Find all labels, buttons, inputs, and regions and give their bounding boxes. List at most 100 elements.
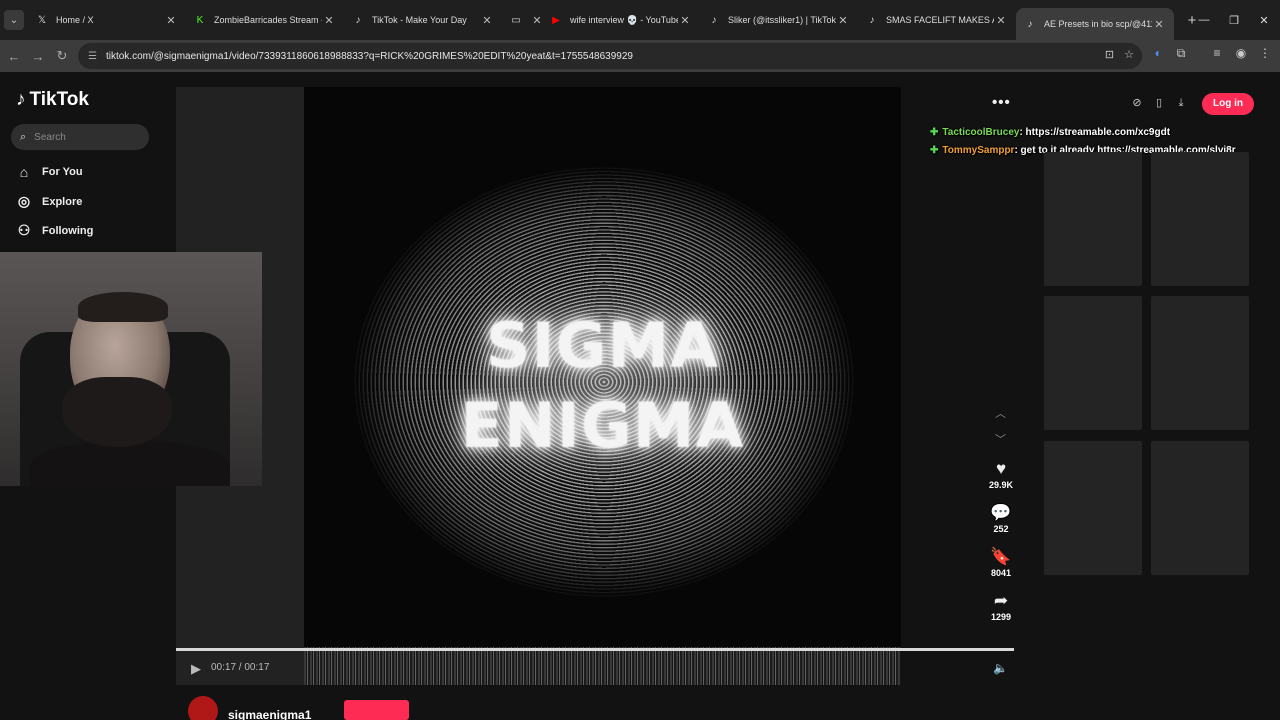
chat-username: TacticoolBrucey: [942, 127, 1020, 138]
share-icon: ➦: [993, 591, 1009, 610]
restore-window-button[interactable]: ❐: [1218, 0, 1250, 40]
search-placeholder: Search: [34, 131, 66, 143]
video-thumbnail[interactable]: [1044, 152, 1142, 286]
browser-tab[interactable]: ♪ Sliker (@itssliker1) | TikTok ✕: [700, 5, 858, 35]
tiktok-page: ♪ TikTok ⌕ Search ⌂ For You ◎ Explore ⚇ …: [0, 72, 1280, 720]
comment-button[interactable]: 💬 252: [982, 502, 1020, 534]
address-bar[interactable]: ☰ tiktok.com/@sigmaenigma1/video/7339311…: [78, 43, 1142, 69]
reload-button[interactable]: ↻: [50, 48, 74, 64]
tab-title: SMAS FACELIFT MAKES AUSTR: [886, 15, 994, 25]
tab-title: AE Presets in bio scp/@411sce: [1044, 19, 1152, 29]
tiktok-logo[interactable]: ♪ TikTok: [16, 89, 89, 111]
minimize-window-button[interactable]: —: [1188, 0, 1220, 40]
video-thumbnail[interactable]: [1044, 296, 1142, 430]
browser-tab[interactable]: ♪ SMAS FACELIFT MAKES AUSTR✕: [858, 5, 1016, 35]
nav-following[interactable]: ⚇ Following: [16, 222, 94, 239]
video-thumbnail[interactable]: [1044, 441, 1142, 575]
extensions-puzzle-icon[interactable]: ⧉: [1172, 46, 1190, 61]
tiktok-logo-icon: ♪: [1027, 18, 1033, 30]
logo-text: TikTok: [29, 89, 89, 110]
save-count: 8041: [990, 568, 1012, 578]
like-count: 29.9K: [988, 480, 1014, 490]
video-progress-fill: [176, 648, 1014, 651]
profile-avatar[interactable]: ◉: [1232, 46, 1250, 60]
author-row[interactable]: sigmaenigma1: [188, 696, 311, 720]
mobile-app-icon[interactable]: ▯: [1152, 96, 1166, 110]
video-progress-bar[interactable]: [176, 648, 1014, 651]
extension-icon[interactable]: ◖: [1148, 46, 1166, 60]
tab-title: wife interview 💀 - YouTube: [570, 14, 678, 25]
close-tab-icon[interactable]: ✕: [678, 14, 692, 27]
site-info-icon[interactable]: ☰: [88, 51, 97, 62]
close-tab-icon[interactable]: ✕: [1152, 18, 1166, 31]
more-options-icon[interactable]: •••: [992, 94, 1011, 111]
tiktok-logo-icon: ♪: [355, 14, 361, 26]
video-thumbnail[interactable]: [1151, 152, 1249, 286]
heart-icon: ♥: [995, 459, 1007, 478]
close-tab-icon[interactable]: ✕: [530, 14, 542, 27]
nav-label: Explore: [42, 195, 83, 208]
video-player[interactable]: SIGMA ENIGMA: [304, 87, 901, 685]
forward-button[interactable]: →: [26, 49, 50, 64]
browser-menu-icon[interactable]: ⋮: [1256, 46, 1274, 60]
close-tab-icon[interactable]: ✕: [994, 14, 1008, 27]
home-icon: ⌂: [19, 164, 29, 180]
kick-logo-icon: K: [196, 14, 204, 26]
nav-for-you[interactable]: ⌂ For You: [16, 164, 83, 180]
close-tab-icon[interactable]: ✕: [480, 14, 494, 27]
video-thumbnail[interactable]: [1151, 296, 1249, 430]
video-overlay-line2: ENIGMA: [460, 389, 745, 462]
chat-badge-icon: ✚: [930, 145, 939, 156]
browser-tab[interactable]: ♪ AE Presets in bio scp/@411sce✕: [1016, 8, 1174, 40]
tab-title: ZombieBarricades Stream - Wa: [214, 15, 322, 25]
download-icon[interactable]: ⤓: [1174, 96, 1188, 110]
play-icon[interactable]: ▶: [191, 661, 201, 677]
comment-count: 252: [993, 524, 1009, 534]
video-thumbnail[interactable]: [1151, 441, 1249, 575]
mute-icon[interactable]: 🔈: [993, 661, 1008, 675]
close-tab-icon[interactable]: ✕: [164, 14, 178, 27]
header-icons: ⊘ ▯ ⤓: [1130, 96, 1188, 110]
tab-title: Sliker (@itssliker1) | TikTok: [728, 15, 836, 25]
coins-icon[interactable]: ⊘: [1130, 96, 1144, 110]
close-tab-icon[interactable]: ✕: [836, 14, 850, 27]
streamer-webcam: [0, 252, 262, 486]
browser-tab[interactable]: ♪ TikTok - Make Your Day ✕: [344, 5, 502, 35]
comment-icon: 💬: [990, 503, 1012, 522]
close-tab-icon[interactable]: ✕: [322, 14, 336, 27]
next-video-icon[interactable]: ﹀: [995, 431, 1006, 447]
following-icon: ⚇: [17, 222, 31, 238]
previous-video-icon[interactable]: ︿: [995, 405, 1006, 421]
share-count: 1299: [990, 612, 1012, 622]
x-logo-icon: 𝕏: [37, 14, 47, 26]
install-app-icon[interactable]: ⊡: [1105, 48, 1114, 61]
bookmark-star-icon[interactable]: ☆: [1124, 48, 1134, 61]
tab-title: TikTok - Make Your Day: [372, 15, 467, 25]
browser-toolbar: ← → ↻ ☰ tiktok.com/@sigmaenigma1/video/7…: [0, 40, 1280, 72]
author-avatar[interactable]: [188, 696, 218, 720]
share-button[interactable]: ➦ 1299: [982, 590, 1020, 622]
video-overlay-line1: SIGMA: [485, 309, 720, 382]
login-button[interactable]: Log in: [1202, 93, 1254, 115]
like-button[interactable]: ♥ 29.9K: [982, 458, 1020, 490]
tab-title: Home / X: [56, 15, 94, 25]
tiktok-logo-icon: ♪: [869, 14, 875, 26]
follow-button[interactable]: [344, 700, 409, 720]
browser-tab[interactable]: K ZombieBarricades Stream - Wa✕: [186, 5, 344, 35]
media-controls-icon[interactable]: ≡: [1208, 46, 1226, 60]
back-button[interactable]: ←: [2, 49, 26, 64]
browser-tab[interactable]: 𝕏 Home / X ✕: [28, 5, 186, 35]
tab-search-button[interactable]: ⌄: [4, 10, 24, 30]
video-static-noise: [304, 647, 901, 685]
nav-explore[interactable]: ◎ Explore: [16, 193, 82, 210]
search-input[interactable]: ⌕ Search: [11, 124, 149, 150]
video-time: 00:17 / 00:17: [211, 662, 270, 673]
browser-tab[interactable]: ▭ ✕: [502, 5, 542, 35]
author-name[interactable]: sigmaenigma1: [228, 708, 311, 720]
youtube-logo-icon: ▶: [552, 14, 560, 26]
tiktok-note-icon: ♪: [16, 89, 26, 110]
close-window-button[interactable]: ✕: [1248, 0, 1280, 40]
save-button[interactable]: 🔖 8041: [982, 546, 1020, 578]
url-text: tiktok.com/@sigmaenigma1/video/733931186…: [105, 50, 633, 62]
browser-tab[interactable]: ▶ wife interview 💀 - YouTube ✕: [542, 5, 700, 35]
